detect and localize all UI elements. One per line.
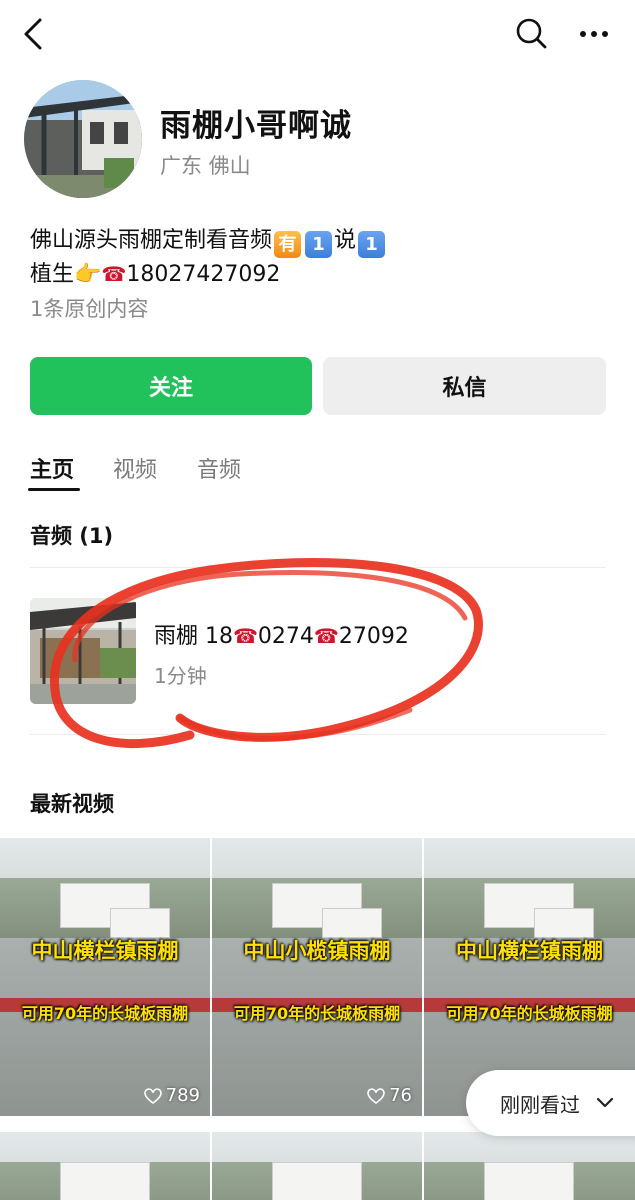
video-title: 中山小榄镇雨棚: [243, 939, 391, 963]
pointing-hand-icon: 👉: [74, 262, 102, 287]
badge-you: 有: [274, 231, 302, 258]
bio-say: 说: [334, 228, 357, 253]
heart-icon: [367, 1087, 385, 1104]
audio-title-part: 0274: [257, 624, 314, 649]
top-bar: [0, 0, 635, 70]
message-button[interactable]: 私信: [323, 357, 606, 415]
video-subtitle: 可用70年的长城板雨棚: [446, 1004, 613, 1023]
divider: [30, 567, 606, 568]
bio-phone-number: 18027427092: [126, 262, 281, 287]
video-building: [484, 1162, 574, 1200]
video-card[interactable]: [424, 1132, 635, 1200]
telephone-icon: ☎: [101, 262, 127, 286]
avatar[interactable]: [24, 80, 142, 198]
telephone-icon: ☎: [233, 624, 258, 648]
likes-count: 76: [389, 1085, 412, 1106]
audio-item[interactable]: 雨棚 18☎0274☎27092 1分钟: [30, 598, 606, 706]
tab-audio[interactable]: 音频: [197, 452, 241, 484]
audio-title-part: 雨棚 18: [154, 624, 233, 649]
bio-line-1: 佛山源头雨棚定制看音频有 1 说 1: [30, 222, 387, 258]
video-building: [272, 1162, 362, 1200]
audio-section-title: 音频 (1): [30, 524, 114, 548]
back-icon[interactable]: [18, 14, 50, 54]
bio-line-2: 植生👉☎18027427092: [30, 256, 280, 288]
video-card[interactable]: [212, 1132, 422, 1200]
tab-videos[interactable]: 视频: [113, 452, 157, 484]
likes-count: 789: [165, 1085, 200, 1106]
video-card[interactable]: 中山小榄镇雨棚 可用70年的长城板雨棚 76: [212, 838, 422, 1116]
tab-home[interactable]: 主页: [30, 452, 74, 484]
heart-icon: [143, 1087, 162, 1104]
follow-button[interactable]: 关注: [30, 357, 312, 415]
video-likes: 789: [143, 1085, 200, 1106]
video-subtitle: 可用70年的长城板雨棚: [233, 1004, 401, 1023]
recently-viewed-label: 刚刚看过: [500, 1092, 580, 1117]
video-card[interactable]: [0, 1132, 210, 1200]
video-title: 中山横栏镇雨棚: [456, 939, 603, 963]
audio-duration: 1分钟: [154, 664, 207, 688]
audio-title-part: 27092: [338, 624, 409, 649]
video-section-title: 最新视频: [30, 792, 114, 816]
bio-text: 佛山源头雨棚定制看音频: [30, 228, 273, 253]
video-card[interactable]: 中山横栏镇雨棚 可用70年的长城板雨棚 789: [0, 838, 210, 1116]
video-building: [534, 908, 594, 938]
badge-one: 1: [358, 231, 386, 258]
audio-thumbnail: [30, 598, 136, 704]
profile-name: 雨棚小哥啊诚: [160, 108, 352, 144]
telephone-icon: ☎: [313, 624, 339, 648]
video-building: [110, 908, 170, 938]
bio-prefix: 植生: [30, 262, 75, 287]
divider: [30, 734, 606, 735]
video-likes: 76: [367, 1085, 412, 1106]
profile-location: 广东 佛山: [160, 154, 251, 178]
video-subtitle: 可用70年的长城板雨棚: [21, 1004, 189, 1023]
audio-title: 雨棚 18☎0274☎27092: [154, 618, 409, 650]
search-icon[interactable]: [512, 14, 552, 54]
tab-indicator: [28, 488, 80, 491]
badge-one: 1: [305, 231, 333, 258]
video-building: [60, 1162, 150, 1200]
chevron-down-icon: [596, 1097, 614, 1108]
video-building: [322, 908, 382, 938]
recently-viewed-button[interactable]: 刚刚看过: [466, 1070, 635, 1136]
video-title: 中山横栏镇雨棚: [31, 939, 179, 963]
original-count: 1条原创内容: [30, 297, 149, 321]
more-icon[interactable]: [574, 14, 614, 54]
